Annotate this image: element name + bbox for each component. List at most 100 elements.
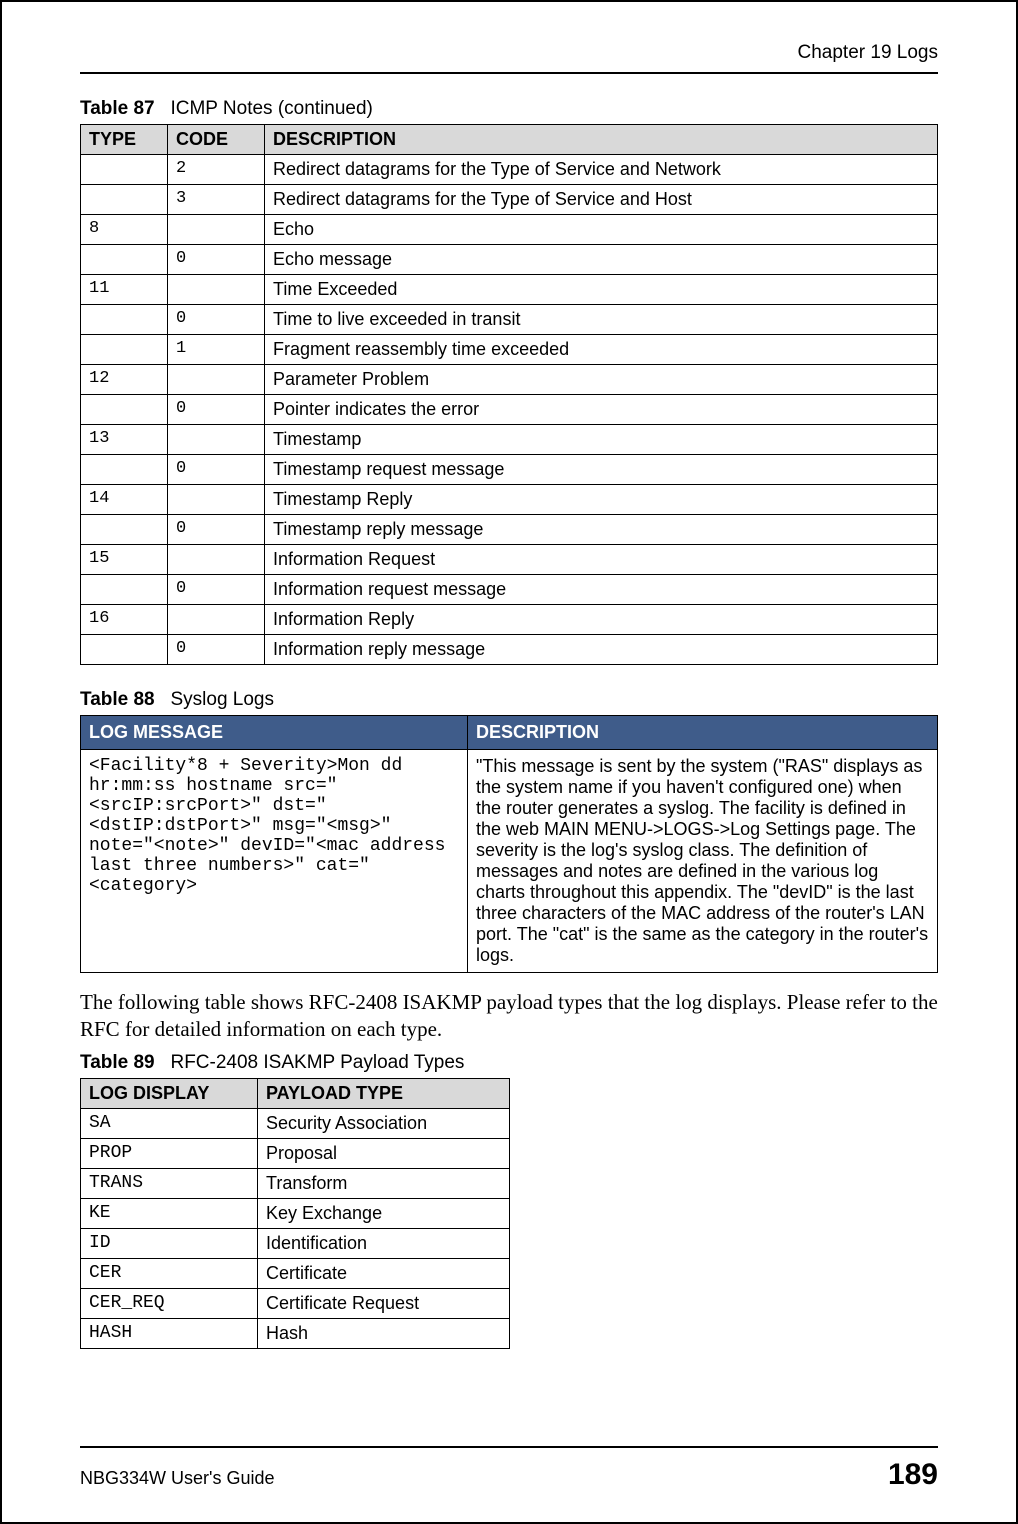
table87-cell-code: 0 [168,395,265,425]
table87-header-code: CODE [168,125,265,155]
table89-cell-disp: TRANS [81,1168,258,1198]
table87-caption: Table 87 ICMP Notes (continued) [80,98,938,120]
table89-header-disp: LOG DISPLAY [81,1078,258,1108]
table87-cell-desc: Echo [265,215,938,245]
table89-cell-disp: SA [81,1108,258,1138]
table88-cell-desc: "This message is sent by the system ("RA… [468,750,938,973]
table87-cell-desc: Information reply message [265,635,938,665]
table89-caption-title: RFC-2408 ISAKMP Payload Types [170,1052,464,1073]
table87-header-desc: DESCRIPTION [265,125,938,155]
table87-cell-desc: Redirect datagrams for the Type of Servi… [265,185,938,215]
table89-cell-disp: CER [81,1258,258,1288]
table89-cell-type: Proposal [258,1138,510,1168]
table88-caption-num: Table 88 [80,689,155,710]
table89-cell-disp: HASH [81,1318,258,1348]
table87-cell-code [168,485,265,515]
table87-cell-code: 0 [168,635,265,665]
table89-cell-type: Security Association [258,1108,510,1138]
table89-cell-disp: ID [81,1228,258,1258]
table-row: 0Time to live exceeded in transit [81,305,938,335]
table89-cell-type: Hash [258,1318,510,1348]
table87-cell-code: 3 [168,185,265,215]
table-row: 14 Timestamp Reply [81,485,938,515]
table87-cell-type [81,155,168,185]
table-row: 2Redirect datagrams for the Type of Serv… [81,155,938,185]
table-row: 0Information reply message [81,635,938,665]
page-footer: NBG334W User's Guide 189 [80,1446,938,1492]
table87-cell-type [81,305,168,335]
footer-guide-label: NBG334W User's Guide [80,1468,275,1489]
table87-caption-num: Table 87 [80,98,155,119]
table87-cell-desc: Timestamp Reply [265,485,938,515]
table87-cell-type: 12 [81,365,168,395]
table87-cell-type: 14 [81,485,168,515]
table87-cell-type [81,515,168,545]
table87-cell-desc: Echo message [265,245,938,275]
table87-cell-type: 16 [81,605,168,635]
table88-header-desc: DESCRIPTION [468,716,938,750]
footer-page-number: 189 [888,1458,938,1492]
table88-header-msg: LOG MESSAGE [81,716,468,750]
table-row: 12 Parameter Problem [81,365,938,395]
table87-cell-code: 0 [168,515,265,545]
table-row: 3Redirect datagrams for the Type of Serv… [81,185,938,215]
table-row: CER_REQCertificate Request [81,1288,510,1318]
table87-cell-type [81,395,168,425]
table87-cell-code [168,365,265,395]
table87-cell-desc: Timestamp reply message [265,515,938,545]
table87-cell-desc: Information Request [265,545,938,575]
table87-cell-type [81,575,168,605]
table89-cell-type: Key Exchange [258,1198,510,1228]
table87-cell-desc: Redirect datagrams for the Type of Servi… [265,155,938,185]
table-row: 16 Information Reply [81,605,938,635]
table87-cell-code [168,275,265,305]
table87-cell-type: 13 [81,425,168,455]
table87-cell-code: 0 [168,245,265,275]
table-row: <Facility*8 + Severity>Mon dd hr:mm:ss h… [81,750,938,973]
table-row: PROPProposal [81,1138,510,1168]
table87-cell-desc: Parameter Problem [265,365,938,395]
table-row: TRANSTransform [81,1168,510,1198]
table87-cell-type: 11 [81,275,168,305]
table87-cell-type [81,635,168,665]
table87-cell-code: 0 [168,305,265,335]
table87-cell-type [81,185,168,215]
table87-cell-code [168,215,265,245]
table89-cell-type: Identification [258,1228,510,1258]
table89-cell-disp: PROP [81,1138,258,1168]
table87-cell-code [168,605,265,635]
table89-caption: Table 89 RFC-2408 ISAKMP Payload Types [80,1052,938,1074]
table89-header-type: PAYLOAD TYPE [258,1078,510,1108]
table-row: 13Timestamp [81,425,938,455]
table88: LOG MESSAGE DESCRIPTION <Facility*8 + Se… [80,715,938,973]
table89-caption-num: Table 89 [80,1052,155,1073]
table87-cell-desc: Time to live exceeded in transit [265,305,938,335]
table-row: 11 Time Exceeded [81,275,938,305]
table-row: SASecurity Association [81,1108,510,1138]
table88-caption: Table 88 Syslog Logs [80,689,938,711]
table87-cell-type [81,455,168,485]
table87-cell-code: 0 [168,575,265,605]
table-row: IDIdentification [81,1228,510,1258]
table89-cell-disp: CER_REQ [81,1288,258,1318]
header-rule [80,72,938,74]
table-row: KEKey Exchange [81,1198,510,1228]
table87-cell-desc: Timestamp request message [265,455,938,485]
table87: TYPE CODE DESCRIPTION 2Redirect datagram… [80,124,938,665]
table87-cell-type: 15 [81,545,168,575]
table-row: 0Timestamp request message [81,455,938,485]
table87-cell-desc: Pointer indicates the error [265,395,938,425]
table89-cell-type: Transform [258,1168,510,1198]
table-row: 1Fragment reassembly time exceeded [81,335,938,365]
table87-cell-code [168,545,265,575]
table87-cell-desc: Fragment reassembly time exceeded [265,335,938,365]
table-row: HASHHash [81,1318,510,1348]
table87-header-type: TYPE [81,125,168,155]
table-row: 0Information request message [81,575,938,605]
table-row: 8Echo [81,215,938,245]
table87-cell-code: 2 [168,155,265,185]
table88-caption-title: Syslog Logs [170,689,274,710]
table87-cell-desc: Time Exceeded [265,275,938,305]
table89: LOG DISPLAY PAYLOAD TYPE SASecurity Asso… [80,1078,510,1349]
table87-cell-desc: Information Reply [265,605,938,635]
